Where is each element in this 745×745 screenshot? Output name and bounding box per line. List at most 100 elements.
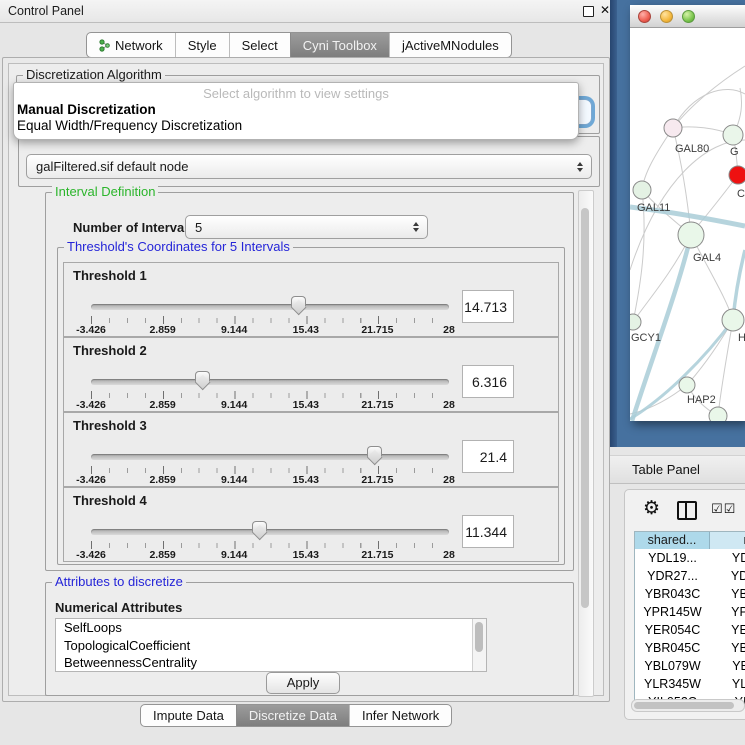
threshold-value-field[interactable]: 14.713 [462,290,514,323]
network-canvas[interactable]: GAL80GGAL11CGAL4GCY1HHAP2 [630,28,745,421]
column-header[interactable]: shared... [635,532,710,549]
table-cell: YER054C [635,621,710,639]
table-row[interactable]: YBR045CYBR0 [635,639,745,657]
list-scrollbar[interactable] [472,619,486,671]
network-node[interactable] [723,125,743,145]
table-cell: YDR2 [710,567,745,585]
algorithm-dropdown-popup: Select algorithm to view settings Manual… [13,82,579,140]
threshold-value-field[interactable]: 11.344 [462,515,514,548]
table-horizontal-scrollbar[interactable] [631,699,745,712]
threshold-slider[interactable]: -3.4262.8599.14415.4321.71528 [91,445,449,485]
network-node[interactable] [722,309,744,331]
threshold-slider[interactable]: -3.4262.8599.14415.4321.71528 [91,520,449,560]
table-row[interactable]: YLR345WYLR3 [635,675,745,693]
slider-handle[interactable] [195,371,210,388]
minimize-traffic-light-icon[interactable] [660,10,673,23]
network-edge-thick [632,235,691,421]
table-row[interactable]: YER054CYER0 [635,621,745,639]
threshold-value-field[interactable]: 21.4 [462,440,514,473]
spinner-arrows-icon [577,162,583,172]
attribute-item[interactable]: SelfLoops [56,619,486,637]
numerical-attributes-list[interactable]: SelfLoopsTopologicalCoefficientBetweenne… [55,618,487,672]
slider-track[interactable] [91,304,449,310]
network-node[interactable] [633,181,651,199]
column-header[interactable]: n [710,532,745,549]
table-cell: YPR145W [635,603,710,621]
close-traffic-light-icon[interactable] [638,10,651,23]
network-node[interactable] [664,119,682,137]
threshold-panel: Threshold 4 -3.4262.8599.14415.4321.7152… [63,487,559,562]
attribute-item[interactable]: TopologicalCoefficient [56,637,486,655]
tick-label: 21.715 [361,549,393,561]
network-window[interactable]: GAL80GGAL11CGAL4GCY1HHAP2 [630,5,745,421]
algorithm-option[interactable]: Manual Discretization [14,102,578,118]
threshold-label: Threshold 3 [73,418,147,433]
network-node[interactable] [679,377,695,393]
tab-discretize-data[interactable]: Discretize Data [236,705,349,726]
table-cell: YLR3 [710,675,745,693]
algorithm-hint: Select algorithm to view settings [14,83,578,102]
network-node[interactable] [709,407,727,421]
table-row[interactable]: YDL19...YDL1 [635,549,745,567]
slider-ticks [91,316,449,324]
tick-label: 21.715 [361,474,393,486]
tab-network[interactable]: Network [87,33,175,57]
threshold-slider[interactable]: -3.4262.8599.14415.4321.71528 [91,295,449,335]
number-of-intervals-combo[interactable]: 5 [185,215,428,239]
group-title: Threshold's Coordinates for 5 Intervals [64,239,293,254]
group-title: Interval Definition [52,184,158,199]
slider-handle[interactable] [252,521,267,538]
main-vertical-scrollbar[interactable] [578,190,594,697]
tab-cyni-toolbox[interactable]: Cyni Toolbox [290,33,389,57]
threshold-label: Threshold 1 [73,268,147,283]
combo-value: galFiltered.sif default node [36,159,188,174]
slider-ticks [91,391,449,399]
table-data-combo[interactable]: galFiltered.sif default node [26,154,592,179]
tab-select[interactable]: Select [229,33,290,57]
network-node-label: GAL80 [675,143,709,155]
apply-button[interactable]: Apply [266,672,340,694]
table-row[interactable]: YBL079WYBL0 [635,657,745,675]
checkboxes-icon[interactable]: ☑☑ [711,501,736,517]
threshold-slider[interactable]: -3.4262.8599.14415.4321.71528 [91,370,449,410]
group-title: Discretization Algorithm [23,67,165,82]
attribute-item[interactable]: BetweennessCentrality [56,654,486,672]
algorithm-option[interactable]: Equal Width/Frequency Discretization [14,118,578,134]
slider-tick-labels: -3.4262.8599.14415.4321.71528 [91,324,449,336]
number-of-intervals-label: Number of Intervals [73,220,195,235]
table-panel-body: ⚙ ☑☑ shared...n YDL19...YDL1YDR27...YDR2… [624,489,745,720]
tab-jactivemnodules[interactable]: jActiveMNodules [389,33,511,57]
close-icon[interactable]: ✕ [600,3,610,17]
float-window-icon[interactable] [583,6,594,17]
tick-label: 28 [443,324,455,336]
slider-handle[interactable] [291,296,306,313]
tick-label: 2.859 [149,549,175,561]
network-node[interactable] [678,222,704,248]
table-row[interactable]: YBR043CYBR0 [635,585,745,603]
gear-icon[interactable]: ⚙ [643,498,660,520]
slider-handle[interactable] [367,446,382,463]
slider-track[interactable] [91,379,449,385]
network-edge [642,128,673,190]
zoom-traffic-light-icon[interactable] [682,10,695,23]
tick-label: 15.43 [293,399,319,411]
table-row[interactable]: YDR27...YDR2 [635,567,745,585]
tab-impute-data[interactable]: Impute Data [141,705,236,726]
network-node[interactable] [729,166,745,184]
threshold-value-field[interactable]: 6.316 [462,365,514,398]
tab-label: Impute Data [153,708,224,723]
tick-label: 2.859 [149,474,175,486]
slider-track[interactable] [91,454,449,460]
tick-label: 2.859 [149,399,175,411]
table-row[interactable]: YPR145WYPR1 [635,603,745,621]
tab-style[interactable]: Style [175,33,229,57]
tab-infer-network[interactable]: Infer Network [349,705,451,726]
split-columns-icon[interactable] [677,501,697,520]
slider-tick-labels: -3.4262.8599.14415.4321.71528 [91,399,449,411]
group-title: Attributes to discretize [52,574,186,589]
threshold-panel: Threshold 1 -3.4262.8599.14415.4321.7152… [63,262,559,337]
threshold-panel: Threshold 3 -3.4262.8599.14415.4321.7152… [63,412,559,487]
slider-track[interactable] [91,529,449,535]
tick-label: -3.426 [76,399,106,411]
network-node[interactable] [630,314,641,330]
